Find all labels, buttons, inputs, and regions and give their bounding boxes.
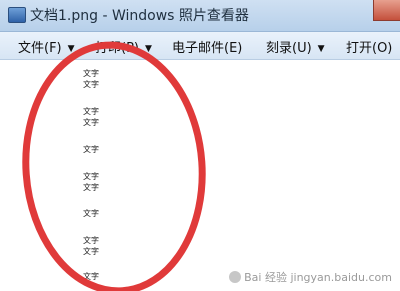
baidu-paw-icon xyxy=(229,271,242,283)
watermark-text: Bai 经验 jingyan.baidu.com xyxy=(244,271,392,284)
watermark: Bai 经验 jingyan.baidu.com xyxy=(229,269,392,285)
red-ellipse-annotation xyxy=(22,41,206,291)
